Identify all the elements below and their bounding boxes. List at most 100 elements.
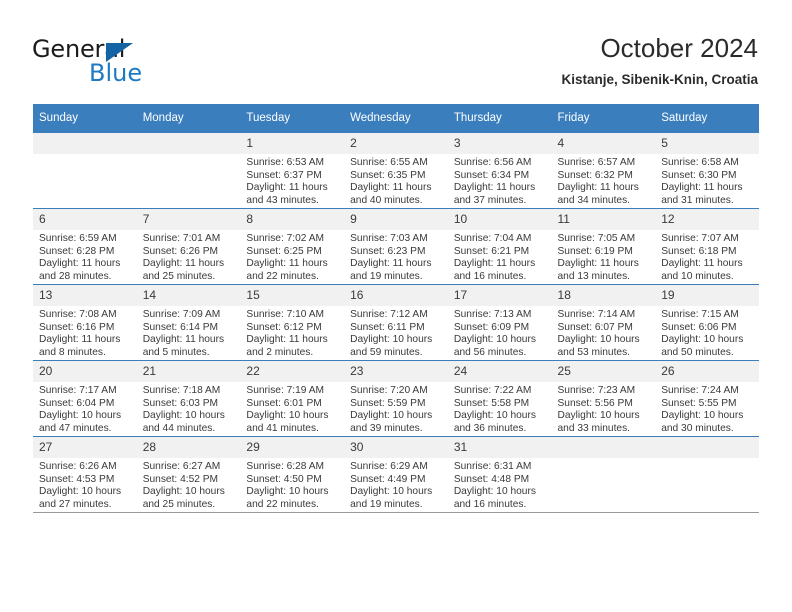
daylight-duration-line1: Daylight: 11 hours (142, 334, 225, 346)
day-cell[interactable]: 15 Sunrise: 7:10 AM Sunset: 6:12 PM Dayligh… (240, 284, 345, 361)
day-cell[interactable]: 17 Sunrise: 7:13 AM Sunset: 6:09 PM Dayligh… (447, 284, 552, 361)
day-details (137, 154, 241, 157)
daylight-duration-line2: and 53 minutes. (557, 346, 631, 358)
day-details: Sunrise: 7:05 AM Sunset: 6:19 PM Daylight:… (552, 230, 656, 283)
daylight-duration-line2: and 41 minutes. (246, 422, 319, 434)
day-cell[interactable]: 24 Sunrise: 7:22 AM Sunset: 5:58 PM Dayligh… (447, 360, 552, 437)
day-cell[interactable]: 10 Sunrise: 7:04 AM Sunset: 6:21 PM Dayligh… (447, 208, 552, 285)
day-cell[interactable]: 1 Sunrise: 6:53 AM Sunset: 6:37 PM Daylight… (240, 132, 345, 209)
day-cell[interactable]: 21 Sunrise: 7:18 AM Sunset: 6:03 PM Dayligh… (136, 360, 241, 437)
daylight-duration-line2: and 43 minutes. (246, 194, 319, 206)
day-details: Sunrise: 6:55 AM Sunset: 6:35 PM Daylight:… (344, 154, 448, 207)
day-cell[interactable]: 12 Sunrise: 7:07 AM Sunset: 6:18 PM Dayligh… (655, 208, 759, 285)
day-number: 27 (33, 437, 137, 458)
day-number: 10 (447, 209, 552, 230)
general-blue-logo[interactable]: General Blue (32, 36, 222, 92)
sunrise-time: Sunrise: 7:14 AM (557, 309, 636, 320)
daylight-duration-line2: and 19 minutes. (350, 270, 423, 282)
sunrise-time: Sunrise: 7:17 AM (39, 385, 117, 396)
day-cell[interactable]: 4 Sunrise: 6:57 AM Sunset: 6:32 PM Daylight… (551, 132, 656, 209)
daylight-duration-line2: and 36 minutes. (453, 422, 527, 434)
page-subtitle: Kistanje, Sibenik-Knin, Croatia (561, 72, 758, 87)
sunrise-time: Sunrise: 6:58 AM (661, 157, 739, 168)
day-number (33, 133, 137, 154)
calendar-week-row: 1 Sunrise: 6:53 AM Sunset: 6:37 PM Daylight… (33, 132, 759, 209)
daylight-duration-line2: and 19 minutes. (350, 498, 423, 510)
daylight-duration-line1: Daylight: 10 hours (557, 410, 640, 422)
day-cell[interactable]: 30 Sunrise: 6:29 AM Sunset: 4:49 PM Dayligh… (344, 436, 448, 513)
sunset-time: Sunset: 6:12 PM (246, 321, 322, 333)
day-cell[interactable]: 29 Sunrise: 6:28 AM Sunset: 4:50 PM Dayligh… (240, 436, 345, 513)
day-cell[interactable]: 28 Sunrise: 6:27 AM Sunset: 4:52 PM Dayligh… (136, 436, 241, 513)
daylight-duration-line1: Daylight: 11 hours (246, 182, 328, 194)
day-number (136, 133, 241, 154)
sunset-time: Sunset: 5:58 PM (453, 397, 530, 409)
sunrise-time: Sunrise: 6:31 AM (453, 461, 532, 472)
day-cell[interactable]: 9 Sunrise: 7:03 AM Sunset: 6:23 PM Daylight… (344, 208, 448, 285)
sunrise-time: Sunrise: 6:28 AM (246, 461, 324, 472)
calendar-week-row: 6 Sunrise: 6:59 AM Sunset: 6:28 PM Daylight… (33, 208, 759, 285)
sunset-time: Sunset: 6:35 PM (350, 169, 426, 181)
sunset-time: Sunset: 6:14 PM (142, 321, 219, 333)
day-cell[interactable]: 26 Sunrise: 7:24 AM Sunset: 5:55 PM Dayligh… (655, 360, 759, 437)
daylight-duration-line2: and 2 minutes. (246, 346, 314, 358)
day-cell[interactable]: 31 Sunrise: 6:31 AM Sunset: 4:48 PM Dayligh… (447, 436, 552, 513)
day-cell[interactable]: 18 Sunrise: 7:14 AM Sunset: 6:07 PM Dayligh… (551, 284, 656, 361)
daylight-duration-line1: Daylight: 10 hours (350, 486, 433, 498)
day-number: 2 (344, 133, 448, 154)
sunset-time: Sunset: 6:16 PM (39, 321, 115, 333)
day-cell[interactable]: 13 Sunrise: 7:08 AM Sunset: 6:16 PM Dayligh… (33, 284, 137, 361)
sunrise-time: Sunrise: 6:57 AM (557, 157, 636, 168)
daylight-duration-line1: Daylight: 10 hours (350, 410, 433, 422)
day-number: 5 (655, 133, 759, 154)
day-cell[interactable]: 6 Sunrise: 6:59 AM Sunset: 6:28 PM Daylight… (33, 208, 137, 285)
day-cell[interactable]: 19 Sunrise: 7:15 AM Sunset: 6:06 PM Dayligh… (655, 284, 759, 361)
day-details: Sunrise: 7:08 AM Sunset: 6:16 PM Daylight:… (33, 306, 137, 359)
sunrise-time: Sunrise: 7:05 AM (557, 233, 636, 244)
day-cell[interactable]: 14 Sunrise: 7:09 AM Sunset: 6:14 PM Dayligh… (136, 284, 241, 361)
day-cell[interactable]: 2 Sunrise: 6:55 AM Sunset: 6:35 PM Daylight… (344, 132, 448, 209)
weekday-header-sunday: Sunday (33, 104, 137, 133)
day-cell[interactable]: 16 Sunrise: 7:12 AM Sunset: 6:11 PM Dayligh… (344, 284, 448, 361)
day-cell[interactable]: 23 Sunrise: 7:20 AM Sunset: 5:59 PM Dayligh… (344, 360, 448, 437)
day-cell[interactable]: 3 Sunrise: 6:56 AM Sunset: 6:34 PM Daylight… (447, 132, 552, 209)
sunrise-time: Sunrise: 7:07 AM (661, 233, 739, 244)
day-cell[interactable]: 5 Sunrise: 6:58 AM Sunset: 6:30 PM Daylight… (655, 132, 759, 209)
day-number: 30 (344, 437, 448, 458)
sunrise-time: Sunrise: 6:53 AM (246, 157, 324, 168)
sunset-time: Sunset: 6:19 PM (557, 245, 633, 257)
daylight-duration-line1: Daylight: 10 hours (557, 334, 640, 346)
daylight-duration-line1: Daylight: 10 hours (246, 410, 329, 422)
day-cell[interactable]: 20 Sunrise: 7:17 AM Sunset: 6:04 PM Dayligh… (33, 360, 137, 437)
sunset-time: Sunset: 6:30 PM (661, 169, 737, 181)
daylight-duration-line2: and 25 minutes. (142, 270, 216, 282)
sunrise-time: Sunrise: 7:10 AM (246, 309, 324, 320)
day-cell[interactable]: 27 Sunrise: 6:26 AM Sunset: 4:53 PM Dayligh… (33, 436, 137, 513)
day-cell[interactable]: 22 Sunrise: 7:19 AM Sunset: 6:01 PM Dayligh… (240, 360, 345, 437)
daylight-duration-line1: Daylight: 11 hours (661, 182, 743, 194)
sunrise-time: Sunrise: 7:18 AM (142, 385, 221, 396)
daylight-duration-line1: Daylight: 11 hours (557, 182, 639, 194)
sunset-time: Sunset: 6:07 PM (557, 321, 633, 333)
day-cell[interactable]: 25 Sunrise: 7:23 AM Sunset: 5:56 PM Dayligh… (551, 360, 656, 437)
weekday-header-monday: Monday (136, 104, 241, 133)
day-cell[interactable]: 11 Sunrise: 7:05 AM Sunset: 6:19 PM Dayligh… (551, 208, 656, 285)
sunset-time: Sunset: 4:49 PM (350, 473, 426, 485)
daylight-duration-line2: and 56 minutes. (453, 346, 527, 358)
sunrise-time: Sunrise: 6:26 AM (39, 461, 117, 472)
day-cell[interactable]: 8 Sunrise: 7:02 AM Sunset: 6:25 PM Daylight… (240, 208, 345, 285)
sunset-time: Sunset: 6:34 PM (453, 169, 530, 181)
day-number: 19 (655, 285, 759, 306)
sunset-time: Sunset: 5:59 PM (350, 397, 426, 409)
day-details: Sunrise: 7:20 AM Sunset: 5:59 PM Daylight:… (344, 382, 448, 435)
sunset-time: Sunset: 4:50 PM (246, 473, 322, 485)
day-cell[interactable]: 7 Sunrise: 7:01 AM Sunset: 6:26 PM Daylight… (136, 208, 241, 285)
day-number: 14 (136, 285, 241, 306)
daylight-duration-line2: and 33 minutes. (557, 422, 631, 434)
sunset-time: Sunset: 6:32 PM (557, 169, 633, 181)
sunrise-sunset-calendar-table: Sunday Monday Tuesday Wednesday Thursday… (33, 104, 759, 513)
daylight-duration-line1: Daylight: 11 hours (350, 182, 432, 194)
day-details: Sunrise: 6:58 AM Sunset: 6:30 PM Daylight:… (655, 154, 759, 207)
sunset-time: Sunset: 6:06 PM (661, 321, 737, 333)
daylight-duration-line1: Daylight: 11 hours (246, 258, 328, 270)
